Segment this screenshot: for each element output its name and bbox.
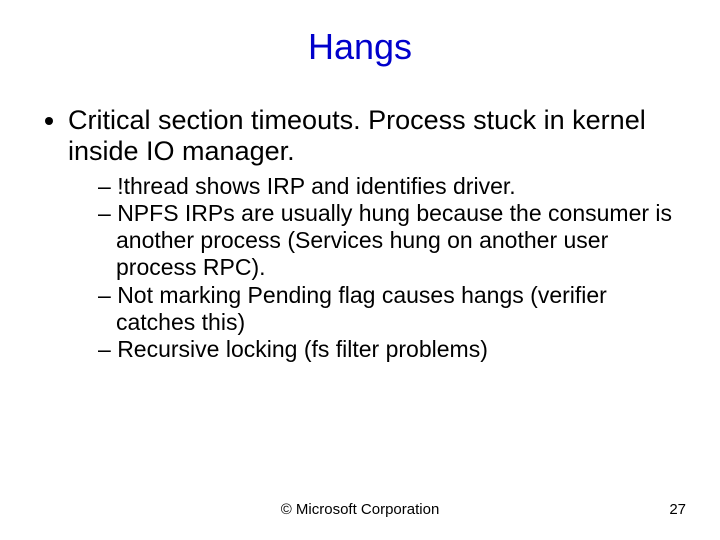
bullet-list-level2: !thread shows IRP and identifies driver.…: [68, 173, 680, 363]
sub-bullet: Not marking Pending flag causes hangs (v…: [98, 282, 680, 336]
bullet-main: Critical section timeouts. Process stuck…: [68, 105, 680, 363]
bullet-list-level1: Critical section timeouts. Process stuck…: [40, 105, 680, 363]
sub-bullet: NPFS IRPs are usually hung because the c…: [98, 200, 680, 281]
slide-body: Critical section timeouts. Process stuck…: [40, 105, 680, 371]
bullet-main-text: Critical section timeouts. Process stuck…: [68, 105, 646, 166]
footer-page-number: 27: [669, 501, 686, 518]
sub-bullet: !thread shows IRP and identifies driver.: [98, 173, 680, 200]
sub-bullet: Recursive locking (fs filter problems): [98, 336, 680, 363]
slide-title: Hangs: [0, 26, 720, 68]
slide: Hangs Critical section timeouts. Process…: [0, 0, 720, 540]
footer-copyright: © Microsoft Corporation: [0, 501, 720, 518]
